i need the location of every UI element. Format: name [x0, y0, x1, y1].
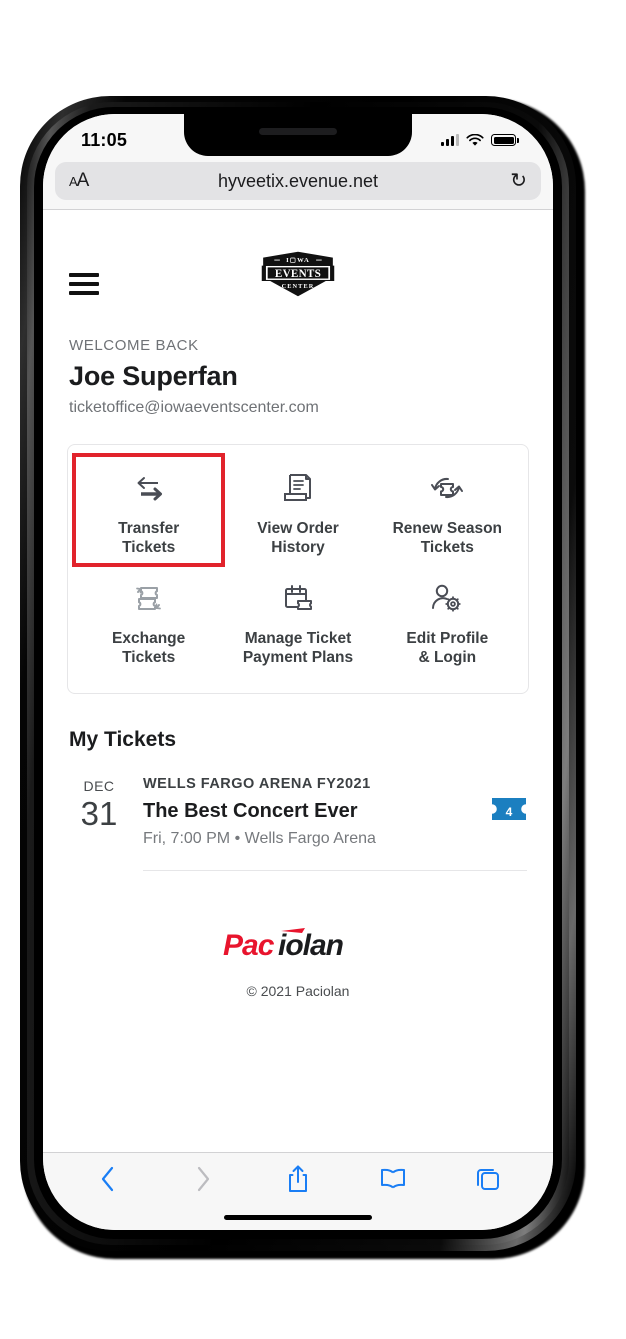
- iowa-events-center-logo: I▢WA EVENTS CENTER: [261, 251, 335, 297]
- wifi-icon: [466, 133, 484, 146]
- safari-top-divider: [43, 209, 553, 210]
- person-gear-icon: [428, 578, 466, 618]
- user-email: ticketoffice@iowaeventscenter.com: [69, 399, 319, 416]
- share-button[interactable]: [276, 1157, 320, 1201]
- quick-actions-grid: Transfer Tickets View Order History Rene…: [71, 453, 522, 675]
- svg-text:I▢WA: I▢WA: [286, 257, 310, 264]
- tabs-button[interactable]: [466, 1157, 510, 1201]
- action-tile-label: View Order History: [257, 520, 339, 557]
- action-tile-exchange-tickets[interactable]: Exchange Tickets: [74, 565, 223, 675]
- hamburger-menu-icon[interactable]: [69, 273, 99, 295]
- browser-toolbar: [43, 1153, 553, 1205]
- welcome-block: WELCOME BACK Joe Superfan ticketoffice@i…: [43, 309, 553, 417]
- site-header: I▢WA EVENTS CENTER: [43, 237, 553, 309]
- event-category: WELLS FARGO ARENA FY2021: [143, 775, 371, 792]
- event-date: DEC 31: [69, 776, 129, 848]
- action-tile-label: Edit Profile & Login: [406, 629, 489, 667]
- notch-speaker: [259, 128, 337, 135]
- back-button[interactable]: [86, 1157, 130, 1201]
- action-tile-label: Renew Season Tickets: [392, 520, 503, 557]
- forward-button: [181, 1157, 225, 1201]
- action-tile-transfer-tickets[interactable]: Transfer Tickets: [71, 453, 226, 567]
- cellular-signal-icon: [441, 134, 459, 146]
- phone-notch: [184, 114, 412, 156]
- transfer-arrows-icon: [129, 468, 169, 508]
- svg-text:iolan: iolan: [278, 929, 344, 962]
- battery-full-icon: [491, 134, 519, 146]
- user-name: Joe Superfan: [69, 361, 238, 391]
- svg-text:EVENTS: EVENTS: [275, 268, 321, 280]
- address-bar[interactable]: AA hyveetix.evenue.net ↻: [55, 162, 541, 200]
- action-tile-view-order-history[interactable]: View Order History: [223, 455, 372, 565]
- home-indicator: [224, 1215, 372, 1220]
- svg-text:CENTER: CENTER: [282, 283, 315, 290]
- action-tile-edit-profile-login[interactable]: Edit Profile & Login: [373, 565, 522, 675]
- event-title: The Best Concert Ever: [143, 799, 358, 822]
- ticket-list-item[interactable]: DEC 31 WELLS FARGO ARENA FY2021 The Best…: [43, 752, 553, 848]
- event-quantity: 4: [481, 776, 527, 848]
- receipt-scroll-icon: [279, 468, 317, 508]
- quick-actions-card: Transfer Tickets View Order History Rene…: [67, 444, 529, 694]
- copyright-text: © 2021 Paciolan: [246, 982, 350, 999]
- ticket-refresh-icon: [427, 468, 467, 508]
- phone-screen: 11:05 AA hyveetix.evenue.net ↻ I▢WA EVEN…: [43, 114, 553, 1230]
- event-details: WELLS FARGO ARENA FY2021 The Best Concer…: [129, 776, 481, 848]
- page-footer: Pac iolan © 2021 Paciolan: [43, 925, 553, 999]
- status-indicators: [441, 133, 519, 147]
- welcome-label: WELCOME BACK: [69, 337, 199, 354]
- address-bar-container: AA hyveetix.evenue.net ↻: [43, 160, 553, 209]
- ticket-exchange-icon: [129, 578, 169, 618]
- ticket-list-divider: [143, 869, 527, 871]
- svg-text:Pac: Pac: [223, 929, 275, 962]
- event-month: DEC: [83, 777, 115, 794]
- action-tile-renew-season-tickets[interactable]: Renew Season Tickets: [373, 455, 522, 565]
- ticket-quantity-badge: 4: [491, 797, 527, 826]
- action-tile-manage-ticket-payment-plans[interactable]: Manage Ticket Payment Plans: [223, 565, 372, 675]
- status-clock: 11:05: [81, 129, 128, 150]
- action-tile-label: Transfer Tickets: [118, 520, 180, 557]
- event-day: 31: [80, 794, 118, 832]
- action-tile-label: Manage Ticket Payment Plans: [242, 629, 354, 667]
- screenshot-stage: 11:05 AA hyveetix.evenue.net ↻ I▢WA EVEN…: [0, 0, 626, 1339]
- my-tickets-heading: My Tickets: [69, 727, 176, 751]
- action-tile-label: Exchange Tickets: [112, 629, 186, 667]
- event-meta: Fri, 7:00 PM • Wells Fargo Arena: [143, 829, 376, 847]
- bookmarks-button[interactable]: [371, 1157, 415, 1201]
- calendar-ticket-icon: [279, 578, 317, 618]
- safari-bottom-bar: [43, 1152, 553, 1230]
- paciolan-logo: Pac iolan: [221, 925, 376, 970]
- url-text[interactable]: hyveetix.evenue.net: [55, 171, 541, 192]
- ticket-quantity-count: 4: [505, 804, 513, 819]
- web-page-content: I▢WA EVENTS CENTER WELCOME BACK Joe Supe…: [43, 237, 553, 1152]
